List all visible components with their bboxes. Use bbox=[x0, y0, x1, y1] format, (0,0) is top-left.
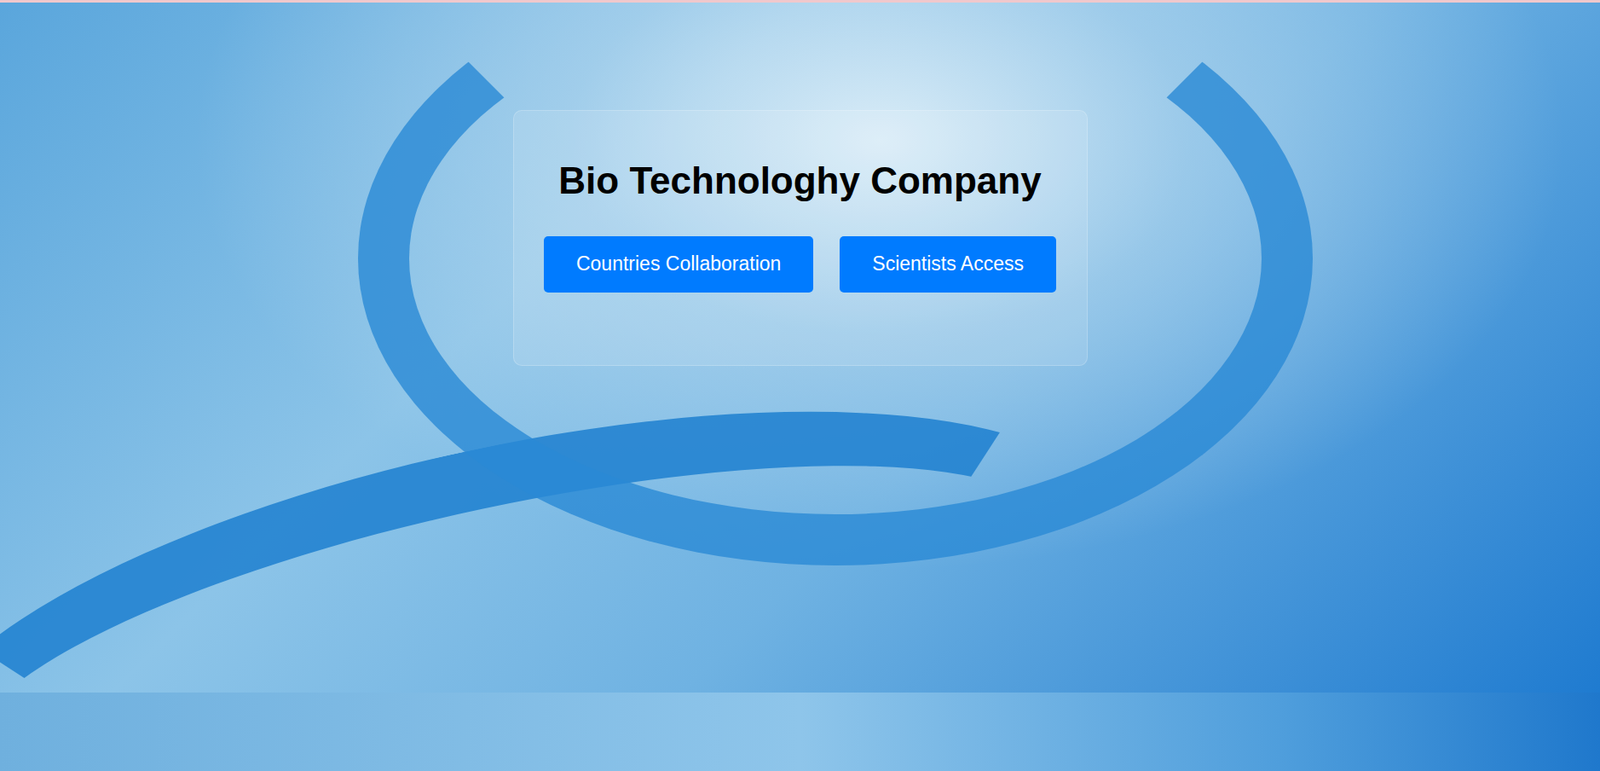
page: Bio Technologhy Company Countries Collabo… bbox=[0, 0, 1600, 771]
hero-card: Bio Technologhy Company Countries Collabo… bbox=[513, 109, 1088, 366]
hero-image: Bio Technologhy Company Countries Collabo… bbox=[0, 2, 1600, 693]
page-title: Bio Technologhy Company bbox=[558, 158, 1041, 204]
dna-decoration bbox=[0, 322, 1153, 693]
button-row: Countries Collaboration Scientists Access bbox=[543, 236, 1057, 293]
nav-button[interactable]: Countries Collaboration bbox=[543, 236, 814, 293]
nav-button[interactable]: Scientists Access bbox=[839, 236, 1057, 293]
background-strip bbox=[0, 692, 1600, 771]
